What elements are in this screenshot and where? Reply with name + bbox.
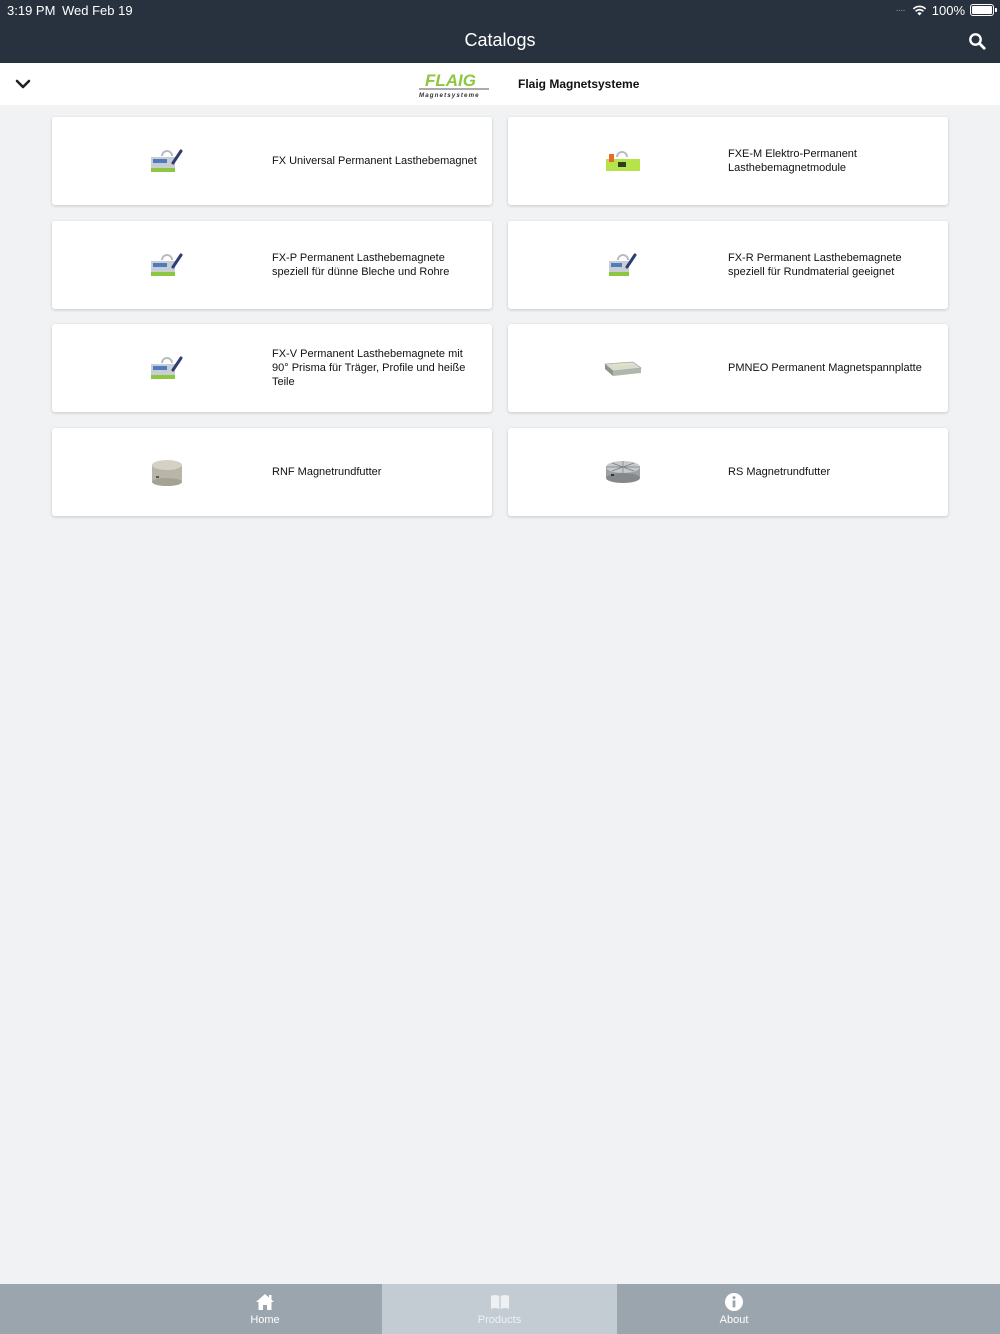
brand-logo: FLAIG Magnetsysteme [419, 71, 489, 99]
tab-products[interactable]: Products [382, 1284, 617, 1334]
catalog-label: FX-P Permanent Lasthebemagnete speziell … [272, 252, 450, 278]
svg-text:FLAIG: FLAIG [425, 71, 476, 90]
catalog-label: FX Universal Permanent Lasthebemagnet [272, 155, 477, 167]
catalog-card[interactable]: FXE-M Elektro-Permanent Lasthebemagnetmo… [508, 117, 948, 205]
catalog-card[interactable]: PMNEO Permanent Magnetspannplatte [508, 324, 948, 412]
lifting-magnet-image [609, 253, 637, 276]
top-bar: 3:19 PM Wed Feb 19 ···· 100% Catalogs [0, 0, 1000, 63]
page-title: Catalogs [464, 30, 536, 50]
battery-icon [970, 4, 997, 16]
catalog-card[interactable]: FX-R Permanent Lasthebemagnete speziell … [508, 221, 948, 309]
catalog-card[interactable]: FX Universal Permanent Lasthebemagnet [52, 117, 492, 205]
svg-text:Magnetsysteme: Magnetsysteme [419, 92, 480, 99]
catalog-label: RNF Magnetrundfutter [272, 466, 382, 478]
book-icon [490, 1295, 509, 1309]
tab-label-home: Home [250, 1314, 280, 1326]
status-date: Wed Feb 19 [62, 3, 133, 18]
radial-chuck-image [606, 461, 640, 483]
info-icon [725, 1293, 743, 1311]
catalog-card[interactable]: FX-V Permanent Lasthebemagnete mit 90° P… [52, 324, 492, 412]
round-chuck-image [152, 460, 182, 486]
catalog-label: FX-R Permanent Lasthebemagnete speziell … [728, 252, 902, 278]
catalog-label: FXE-M Elektro-Permanent Lasthebemagnetmo… [728, 148, 857, 174]
clamping-plate-image [604, 361, 643, 376]
lifting-magnet-image [151, 149, 183, 172]
catalog-card[interactable]: RS Magnetrundfutter [508, 428, 948, 516]
brand-selector[interactable]: FLAIG Magnetsysteme Flaig Magnetsysteme [0, 63, 1000, 105]
status-indicators: ···· 100% [895, 2, 997, 18]
tab-label-products: Products [477, 1314, 522, 1326]
catalog-label: RS Magnetrundfutter [728, 466, 831, 478]
tab-label-about: About [719, 1314, 749, 1326]
signal-indicator: ···· [895, 4, 905, 16]
brand-name: Flaig Magnetsysteme [518, 77, 640, 91]
search-icon[interactable] [968, 32, 986, 50]
tab-bar: Home Products About [0, 1284, 1000, 1334]
chevron-down-icon[interactable] [14, 75, 32, 93]
status-time: 3:19 PM [7, 3, 56, 18]
catalog-card[interactable]: RNF Magnetrundfutter [52, 428, 492, 516]
battery-percent: 100% [931, 2, 965, 18]
wifi-icon [912, 5, 926, 16]
catalog-card[interactable]: FX-P Permanent Lasthebemagnete speziell … [52, 221, 492, 309]
tab-home[interactable]: Home [148, 1284, 382, 1334]
lifting-magnet-image [151, 356, 183, 379]
catalog-label: PMNEO Permanent Magnetspannplatte [728, 362, 922, 374]
tab-about[interactable]: About [617, 1284, 851, 1334]
electro-lifting-magnet-image [606, 151, 640, 171]
home-icon [256, 1294, 274, 1310]
lifting-magnet-image [151, 253, 183, 276]
catalog-label: FX-V Permanent Lasthebemagnete mit 90° P… [272, 348, 466, 388]
